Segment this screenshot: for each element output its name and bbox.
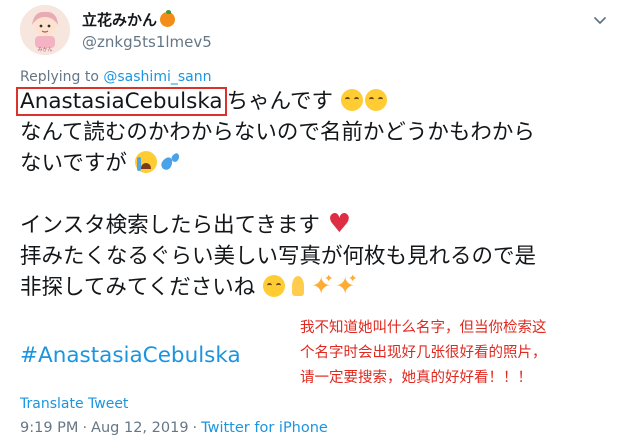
replying-to: Replying to @sashimi_sann <box>20 69 211 85</box>
chinese-annotation: 我不知道她叫什么名字，但当你检索这 个名字时会出现好几张很好看的照片， 请一定要… <box>300 316 635 391</box>
meta-separator-2: · <box>192 420 198 436</box>
tweet-line-3-text: ないですが <box>20 151 127 176</box>
annotation-line-2: 个名字时会出现好几张很好看的照片， <box>300 345 547 361</box>
tweet-text: AnastasiaCebulska ちゃんです なんて読むのかわからないので名前か… <box>16 86 537 303</box>
tweet-line-5: 拝みたくなるぐらい美しい写真が何枚も見れるので是 <box>20 244 537 269</box>
tweet-metadata: 9:19 PM · Aug 12, 2019 · Twitter for iPhone <box>20 420 328 436</box>
pleading-face-icon <box>340 89 363 111</box>
tweet-line-1-rest: ちゃんです <box>226 89 334 114</box>
avatar-caption: みかん <box>37 46 52 53</box>
hashtag-link[interactable]: #AnastasiaCebulska <box>20 343 241 368</box>
author-handle[interactable]: @znkg5ts1lmev5 <box>82 33 212 51</box>
avatar[interactable]: みかん <box>20 5 70 55</box>
author-name-row[interactable]: 立花みかん <box>82 9 176 30</box>
tweet-line-1: AnastasiaCebulska ちゃんです <box>16 86 536 117</box>
chevron-down-icon[interactable] <box>590 10 610 30</box>
avatar-illustration: みかん <box>20 5 70 55</box>
sweat-droplets-icon <box>159 151 181 173</box>
tweet-line-4-text: インスタ検索したら出てきます <box>20 213 320 238</box>
translate-tweet-link[interactable]: Translate Tweet <box>20 396 128 412</box>
loudly-crying-face-icon <box>134 151 157 173</box>
tweet-line-6: 非探してみてくださいね <box>20 269 536 303</box>
tweet-time[interactable]: 9:19 PM <box>20 420 78 436</box>
orange-emoji-icon <box>160 10 176 27</box>
annotation-line-3: 请一定要搜索，她真的好好看！！！ <box>300 370 532 386</box>
tweet-line-6-text: 非探してみてくださいね <box>20 275 256 300</box>
reply-mention-link[interactable]: @sashimi_sann <box>103 69 211 85</box>
pleading-face-icon <box>263 275 286 297</box>
chevron-down-glyph <box>594 17 606 24</box>
tweet-line-2: なんて読むのかわからないので名前かどうかもわから <box>20 120 535 145</box>
tweet-line-4: インスタ検索したら出てきます <box>20 209 536 241</box>
sparkles-icon <box>311 269 333 301</box>
highlighted-name: AnastasiaCebulska <box>16 87 227 116</box>
meta-separator: · <box>82 420 88 436</box>
replying-prefix: Replying to <box>20 69 104 85</box>
author-display-name[interactable]: 立花みかん <box>82 9 157 30</box>
sparkles-icon <box>335 269 357 301</box>
tweet-date[interactable]: Aug 12, 2019 <box>91 420 189 436</box>
tweet-source-link[interactable]: Twitter for iPhone <box>201 420 328 436</box>
pleading-face-icon <box>364 89 387 111</box>
folded-hands-icon <box>287 275 309 297</box>
annotation-line-1: 我不知道她叫什么名字，但当你检索这 <box>300 320 547 336</box>
tweet-line-3: ないですが <box>20 148 536 179</box>
red-heart-icon <box>328 209 351 239</box>
